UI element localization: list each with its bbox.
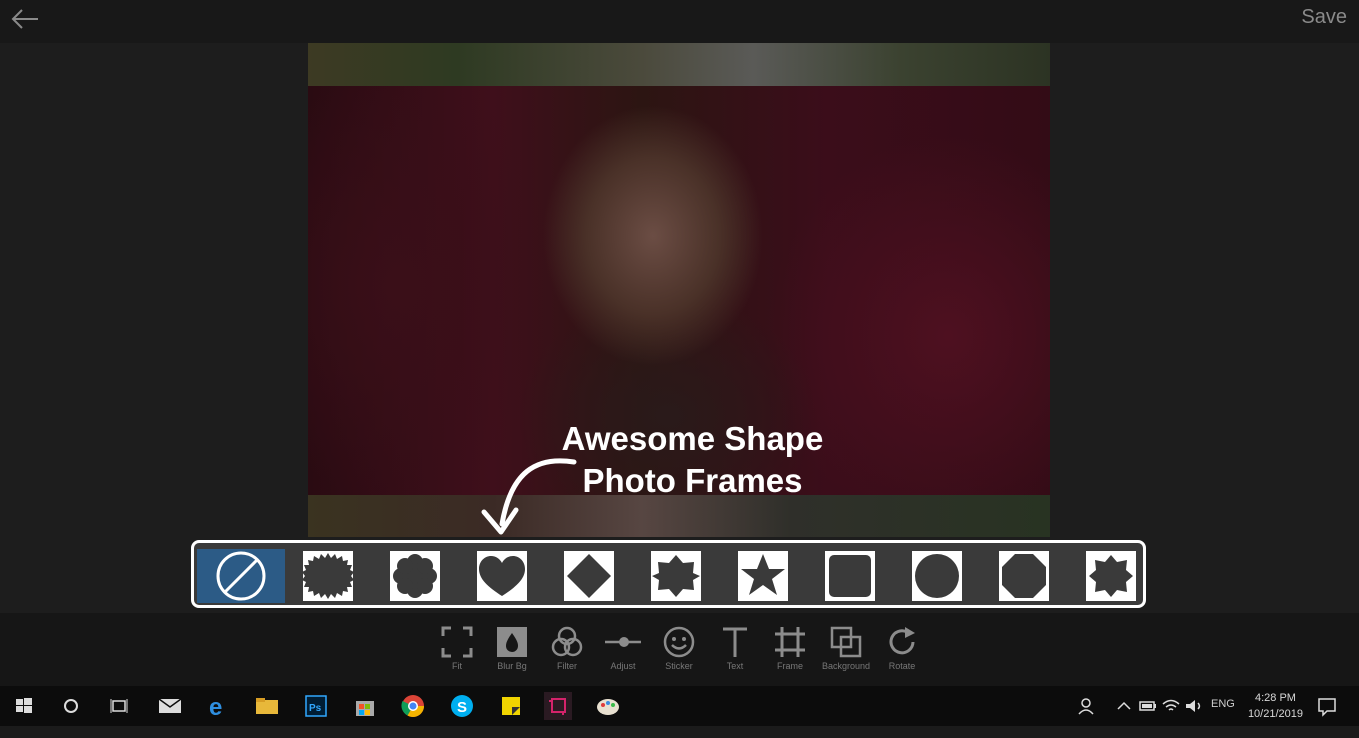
photo-blur-top <box>308 43 1050 86</box>
file-explorer-icon[interactable] <box>253 692 281 720</box>
frame-icon <box>775 627 805 657</box>
tool-background[interactable]: Background <box>820 625 872 671</box>
frame-rounded-square[interactable] <box>806 549 894 603</box>
blur-icon <box>497 627 527 657</box>
bottom-toolbar: Fit Blur Bg Filter Adjust Sticker Text F… <box>0 613 1359 686</box>
fit-icon <box>441 626 473 658</box>
rotate-icon <box>889 627 915 655</box>
adjust-icon <box>605 637 641 647</box>
text-icon <box>723 627 747 657</box>
windows-start-icon[interactable] <box>10 692 38 720</box>
sticker-icon <box>663 626 695 658</box>
clock[interactable]: 4:28 PM 10/21/2019 <box>1248 690 1303 722</box>
volume-icon[interactable] <box>1180 692 1208 720</box>
tool-fit[interactable]: Fit <box>431 625 483 671</box>
tool-label: Blur Bg <box>497 661 527 671</box>
tool-sticker[interactable]: Sticker <box>653 625 705 671</box>
frame-none[interactable] <box>197 549 285 603</box>
svg-text:e: e <box>209 694 222 720</box>
skype-icon[interactable]: S <box>448 692 476 720</box>
background-icon <box>830 626 862 658</box>
tool-label: Rotate <box>888 661 916 671</box>
frame-octagon[interactable] <box>980 549 1068 603</box>
edge-browser-icon[interactable]: e <box>205 692 233 721</box>
frame-star[interactable] <box>719 549 807 603</box>
tool-blur-bg[interactable]: Blur Bg <box>486 625 538 671</box>
people-icon[interactable] <box>1074 692 1102 720</box>
language-indicator[interactable]: ENG <box>1211 698 1235 738</box>
tool-label: Filter <box>557 661 577 671</box>
sticky-notes-icon[interactable] <box>497 692 525 720</box>
filter-icon <box>551 626 583 657</box>
svg-text:Ps: Ps <box>309 703 322 714</box>
frame-eight-point-star[interactable] <box>1067 549 1155 603</box>
tool-label: Text <box>726 661 744 671</box>
frame-heart[interactable] <box>458 549 546 603</box>
clock-time: 4:28 PM <box>1254 692 1296 704</box>
back-arrow-icon[interactable] <box>8 6 42 32</box>
frame-diamond[interactable] <box>545 549 633 603</box>
frame-octagram[interactable] <box>632 549 720 603</box>
windows-taskbar: e Ps S ENG 4:28 PM 10/21/2019 <box>0 686 1359 726</box>
frame-flower[interactable] <box>371 549 459 603</box>
paint-app-icon[interactable] <box>594 692 622 720</box>
tool-label: Fit <box>452 661 462 671</box>
tool-label: Frame <box>776 661 803 671</box>
photoshop-icon[interactable]: Ps <box>302 692 330 720</box>
tool-label: Background <box>821 661 871 671</box>
chrome-icon[interactable] <box>399 692 427 720</box>
tool-text[interactable]: Text <box>709 625 761 671</box>
tool-label: Sticker <box>665 661 693 671</box>
tool-adjust[interactable]: Adjust <box>597 625 649 671</box>
save-button[interactable]: Save <box>1301 6 1347 29</box>
clock-date: 10/21/2019 <box>1247 708 1303 720</box>
store-icon[interactable] <box>351 692 379 720</box>
tool-filter[interactable]: Filter <box>541 625 593 671</box>
search-cortana-icon[interactable] <box>57 692 85 720</box>
shape-frames-panel <box>191 540 1146 608</box>
svg-text:S: S <box>457 699 467 716</box>
curved-arrow-icon <box>481 458 577 535</box>
mail-icon[interactable] <box>156 692 184 720</box>
frame-circle[interactable] <box>893 549 981 603</box>
top-bar: Save <box>0 0 1359 43</box>
tool-label: Adjust <box>610 661 636 671</box>
task-view-icon[interactable] <box>105 692 133 720</box>
frame-sawtooth-circle[interactable] <box>284 549 372 603</box>
photo-editor-app-icon[interactable] <box>544 686 572 726</box>
tool-frame[interactable]: Frame <box>764 625 816 671</box>
tool-rotate[interactable]: Rotate <box>876 625 928 671</box>
notifications-icon[interactable] <box>1313 692 1341 720</box>
